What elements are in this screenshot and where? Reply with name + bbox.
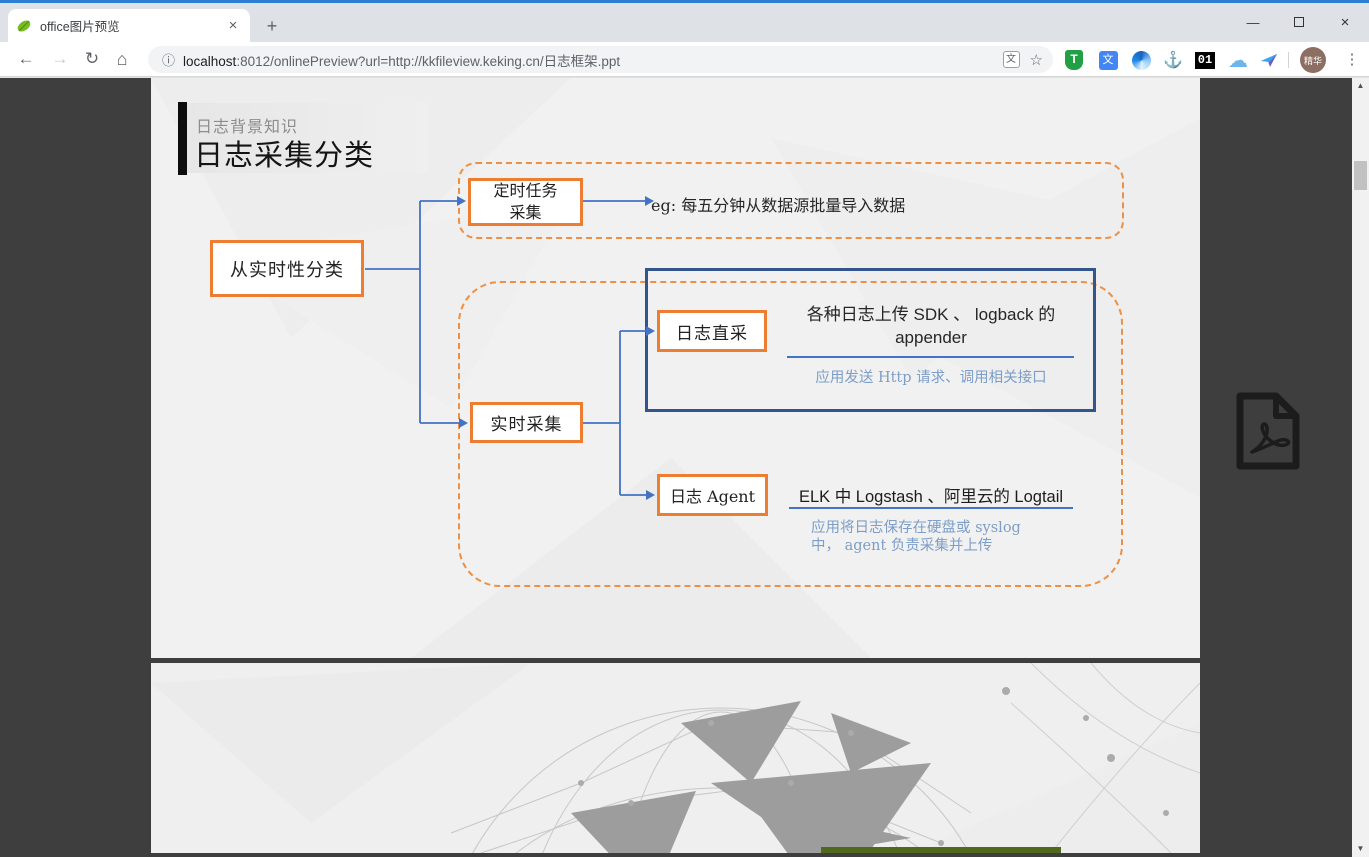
forward-icon: → [46, 42, 74, 77]
address-bar[interactable]: ⓘ localhost:8012/onlinePreview?url=http:… [148, 46, 1053, 73]
node-timed-line2: 采集 [493, 202, 557, 224]
browser-window: office图片预览 × + — × ← → ↻ ⌂ ⓘ localhost:8… [0, 0, 1369, 857]
anchor-icon: ⚓ [1163, 50, 1183, 70]
maximize-icon [1294, 17, 1304, 27]
new-tab-button[interactable]: + [260, 15, 284, 39]
node-direct-collection: 日志直采 [657, 310, 767, 352]
tab-title: office图片预览 [40, 16, 224, 35]
node-realtime-collection: 实时采集 [470, 402, 583, 443]
spring-leaf-favicon [16, 18, 32, 34]
connector-lines [151, 78, 1200, 658]
bird-icon [1259, 50, 1279, 70]
back-icon[interactable]: ← [12, 42, 40, 77]
url-host: localhost [183, 54, 236, 69]
scrollbar-thumb[interactable] [1354, 161, 1367, 190]
tab-strip: office图片预览 × + — × [0, 3, 1369, 42]
scrollbar-down-icon[interactable]: ▼ [1352, 841, 1369, 857]
scrollbar-up-icon[interactable]: ▲ [1352, 78, 1369, 94]
extension-translate[interactable]: 文 [1095, 47, 1121, 73]
browser-tab[interactable]: office图片预览 × [8, 9, 250, 42]
maximize-button[interactable] [1284, 11, 1314, 35]
swirl-icon [1132, 51, 1151, 70]
tab-close-icon[interactable]: × [224, 17, 242, 35]
browser-toolbar: ← → ↻ ⌂ ⓘ localhost:8012/onlinePreview?u… [0, 42, 1369, 77]
slide-1: 日志背景知识 日志采集分类 [151, 78, 1200, 658]
pdf-download-button[interactable] [1228, 390, 1306, 472]
minimize-button[interactable]: — [1238, 11, 1268, 35]
node-log-agent: 日志 Agent [657, 474, 768, 516]
profile-avatar[interactable]: 精华 [1300, 47, 1326, 73]
slide2-globe-graphic [151, 663, 1200, 853]
url-path: :8012/onlinePreview?url=http://kkfilevie… [236, 54, 620, 69]
toolbar-separator [1288, 52, 1289, 68]
extension-cloud[interactable]: ☁ [1225, 47, 1251, 73]
node-timed-collection: 定时任务 采集 [468, 178, 583, 226]
node-timed-line1: 定时任务 [493, 180, 557, 202]
translate-icon: 文 [1099, 51, 1118, 70]
pdf-file-icon [1228, 390, 1306, 472]
binary-01-icon: 01 [1195, 52, 1215, 69]
shield-icon: T [1065, 50, 1083, 70]
extension-bird[interactable] [1256, 47, 1282, 73]
extension-anchor[interactable]: ⚓ [1160, 47, 1186, 73]
reload-icon[interactable]: ↻ [78, 42, 106, 77]
extension-binary[interactable]: 01 [1192, 47, 1218, 73]
extension-swirl[interactable] [1128, 47, 1154, 73]
bookmark-star-icon[interactable]: ☆ [1030, 51, 1043, 69]
translate-page-icon[interactable]: 文 [1003, 51, 1020, 68]
preview-viewport: 日志背景知识 日志采集分类 [0, 78, 1369, 857]
scrollbar[interactable]: ▲ ▼ [1352, 78, 1369, 857]
url-text[interactable]: localhost:8012/onlinePreview?url=http://… [183, 50, 1003, 70]
close-window-button[interactable]: × [1330, 11, 1360, 35]
node-root-classification: 从实时性分类 [210, 240, 364, 297]
home-icon[interactable]: ⌂ [108, 42, 136, 77]
slide-2 [151, 663, 1200, 853]
extension-shield[interactable]: T [1061, 47, 1087, 73]
cloud-icon: ☁ [1228, 48, 1248, 73]
browser-menu-icon[interactable]: ⋮ [1340, 47, 1364, 73]
page-info-icon[interactable]: ⓘ [162, 50, 175, 69]
